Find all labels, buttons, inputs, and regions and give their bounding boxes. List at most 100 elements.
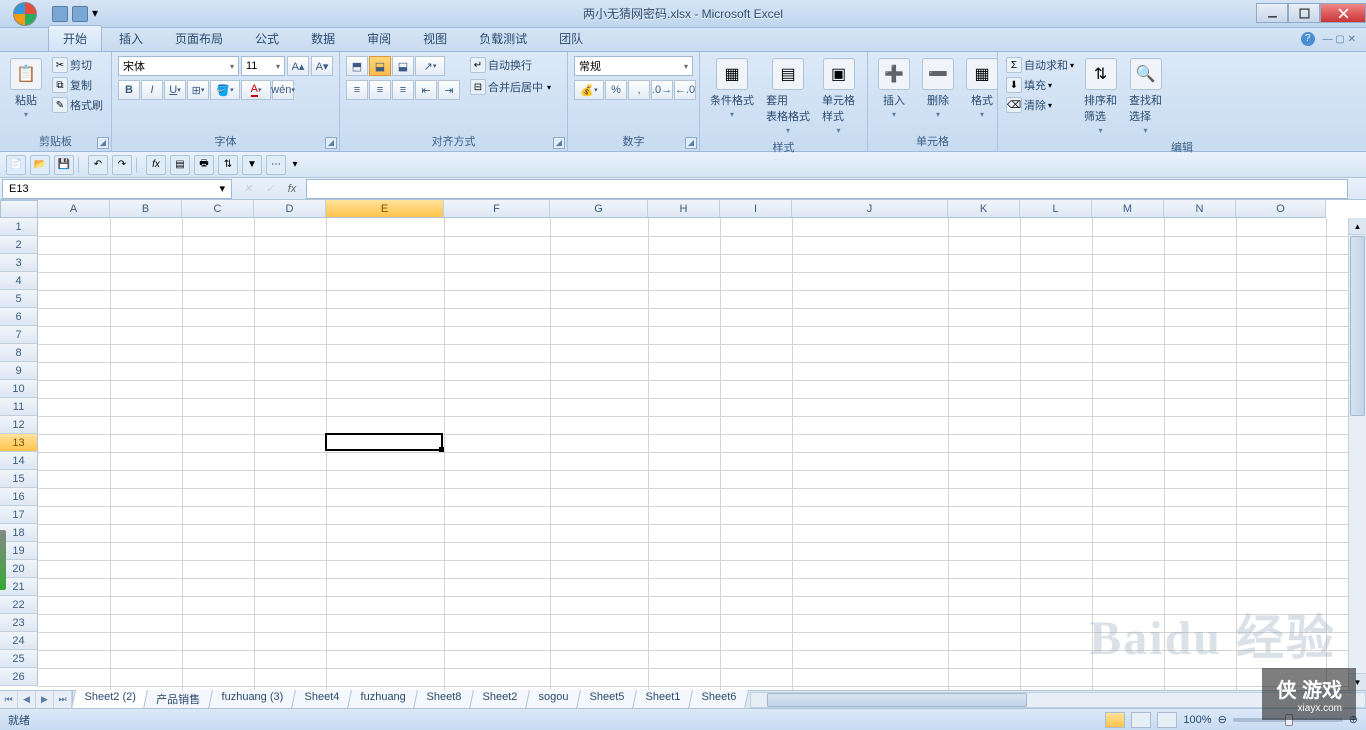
cell-styles-button[interactable]: ▣单元格 样式▾ <box>818 56 859 137</box>
row-header-17[interactable]: 17 <box>0 506 38 524</box>
number-dialog-launcher[interactable]: ◢ <box>685 137 697 149</box>
vertical-scrollbar[interactable]: ▲ ▼ <box>1348 218 1366 690</box>
scroll-down-arrow-icon[interactable]: ▼ <box>1349 673 1366 690</box>
column-header-D[interactable]: D <box>254 200 326 218</box>
sheet-tab-Sheet5[interactable]: Sheet5 <box>576 690 637 709</box>
autosum-button[interactable]: Σ自动求和▾ <box>1004 56 1076 74</box>
sort-filter-button[interactable]: ⇅排序和 筛选▾ <box>1080 56 1121 137</box>
font-color-button[interactable]: A▾ <box>241 80 271 100</box>
sheet-tab-Sheet1[interactable]: Sheet1 <box>632 690 693 709</box>
align-bottom-button[interactable]: ⬓ <box>392 56 414 76</box>
close-button[interactable] <box>1320 3 1366 23</box>
comma-button[interactable]: , <box>628 80 650 100</box>
qat2-dropdown-icon[interactable]: ▾ <box>290 155 300 175</box>
scroll-thumb[interactable] <box>767 693 1027 707</box>
normal-view-button[interactable] <box>1105 712 1125 728</box>
border-button[interactable]: ⊞▾ <box>187 80 209 100</box>
name-box[interactable]: E13▾ <box>2 179 232 199</box>
merge-center-button[interactable]: ⊟合并后居中▾ <box>468 78 553 96</box>
decrease-indent-button[interactable]: ⇤ <box>415 80 437 100</box>
office-button[interactable] <box>4 0 46 28</box>
scroll-up-arrow-icon[interactable]: ▲ <box>1349 218 1366 235</box>
column-header-O[interactable]: O <box>1236 200 1326 218</box>
cut-button[interactable]: ✂剪切 <box>50 56 105 74</box>
row-header-1[interactable]: 1 <box>0 218 38 236</box>
qat2-save-icon[interactable]: 💾 <box>54 155 74 175</box>
row-header-26[interactable]: 26 <box>0 668 38 686</box>
selected-cell[interactable] <box>325 433 443 451</box>
row-header-22[interactable]: 22 <box>0 596 38 614</box>
align-top-button[interactable]: ⬒ <box>346 56 368 76</box>
phonetic-button[interactable]: wén▾ <box>272 80 294 100</box>
select-all-corner[interactable] <box>0 200 38 218</box>
maximize-button[interactable] <box>1288 3 1320 23</box>
sheet-tab-sogou[interactable]: sogou <box>525 690 581 709</box>
column-header-K[interactable]: K <box>948 200 1020 218</box>
ribbon-tab-公式[interactable]: 公式 <box>240 25 294 51</box>
format-painter-button[interactable]: ✎格式刷 <box>50 96 105 114</box>
column-header-J[interactable]: J <box>792 200 948 218</box>
column-header-A[interactable]: A <box>38 200 110 218</box>
zoom-out-button[interactable]: ⊖ <box>1218 713 1227 726</box>
align-middle-button[interactable]: ⬓ <box>369 56 391 76</box>
scroll-thumb[interactable] <box>1350 236 1365 416</box>
increase-decimal-button[interactable]: .0→ <box>651 80 673 100</box>
row-header-23[interactable]: 23 <box>0 614 38 632</box>
zoom-slider-thumb[interactable] <box>1285 714 1293 726</box>
minimize-ribbon-button[interactable]: — ▢ ✕ <box>1323 34 1356 45</box>
increase-font-button[interactable]: A▴ <box>287 56 309 76</box>
qat2-undo-icon[interactable]: ↶ <box>88 155 108 175</box>
copy-button[interactable]: ⧉复制 <box>50 76 105 94</box>
clipboard-dialog-launcher[interactable]: ◢ <box>97 137 109 149</box>
qat2-open-icon[interactable]: 📂 <box>30 155 50 175</box>
format-as-table-button[interactable]: ▤套用 表格格式▾ <box>762 56 814 137</box>
sheet-tab-产品销售[interactable]: 产品销售 <box>143 690 213 709</box>
align-left-button[interactable]: ≡ <box>346 80 368 100</box>
format-cells-button[interactable]: ▦格式▾ <box>962 56 1002 121</box>
row-header-3[interactable]: 3 <box>0 254 38 272</box>
italic-button[interactable]: I <box>141 80 163 100</box>
ribbon-tab-审阅[interactable]: 审阅 <box>352 25 406 51</box>
qat2-redo-icon[interactable]: ↷ <box>112 155 132 175</box>
font-dialog-launcher[interactable]: ◢ <box>325 137 337 149</box>
sheet-tab-Sheet2[interactable]: Sheet2 <box>469 690 530 709</box>
qat-dropdown-icon[interactable]: ▾ <box>92 6 102 22</box>
increase-indent-button[interactable]: ⇥ <box>438 80 460 100</box>
column-header-I[interactable]: I <box>720 200 792 218</box>
qat-save-icon[interactable] <box>52 6 68 22</box>
zoom-in-button[interactable]: ⊕ <box>1349 713 1358 726</box>
row-header-25[interactable]: 25 <box>0 650 38 668</box>
row-header-2[interactable]: 2 <box>0 236 38 254</box>
row-header-8[interactable]: 8 <box>0 344 38 362</box>
qat-undo-icon[interactable] <box>72 6 88 22</box>
row-header-24[interactable]: 24 <box>0 632 38 650</box>
sheet-tab-Sheet8[interactable]: Sheet8 <box>413 690 474 709</box>
row-header-12[interactable]: 12 <box>0 416 38 434</box>
clear-button[interactable]: ⌫清除▾ <box>1004 96 1076 114</box>
sheet-nav-last-button[interactable]: ⏭ <box>54 691 72 708</box>
font-size-combo[interactable]: 11▾ <box>241 56 285 76</box>
ribbon-tab-插入[interactable]: 插入 <box>104 25 158 51</box>
row-header-6[interactable]: 6 <box>0 308 38 326</box>
row-header-4[interactable]: 4 <box>0 272 38 290</box>
sheet-tab-Sheet2 (2)[interactable]: Sheet2 (2) <box>71 690 148 709</box>
currency-button[interactable]: 💰▾ <box>574 80 604 100</box>
wrap-text-button[interactable]: ↵自动换行 <box>468 56 553 74</box>
row-header-11[interactable]: 11 <box>0 398 38 416</box>
qat2-print-icon[interactable]: 🖶 <box>194 155 214 175</box>
sheet-tab-fuzhuang (3)[interactable]: fuzhuang (3) <box>208 690 296 709</box>
column-header-L[interactable]: L <box>1020 200 1092 218</box>
sheet-tab-Sheet4[interactable]: Sheet4 <box>291 690 352 709</box>
fill-color-button[interactable]: 🪣▾ <box>210 80 240 100</box>
row-header-10[interactable]: 10 <box>0 380 38 398</box>
sheet-nav-first-button[interactable]: ⏮ <box>0 691 18 708</box>
ribbon-tab-视图[interactable]: 视图 <box>408 25 462 51</box>
delete-cells-button[interactable]: ➖删除▾ <box>918 56 958 121</box>
row-header-15[interactable]: 15 <box>0 470 38 488</box>
horizontal-scrollbar[interactable] <box>750 692 1366 708</box>
row-header-9[interactable]: 9 <box>0 362 38 380</box>
cell-area[interactable] <box>38 218 1348 690</box>
insert-function-button[interactable]: fx <box>282 180 302 198</box>
row-header-5[interactable]: 5 <box>0 290 38 308</box>
column-header-N[interactable]: N <box>1164 200 1236 218</box>
